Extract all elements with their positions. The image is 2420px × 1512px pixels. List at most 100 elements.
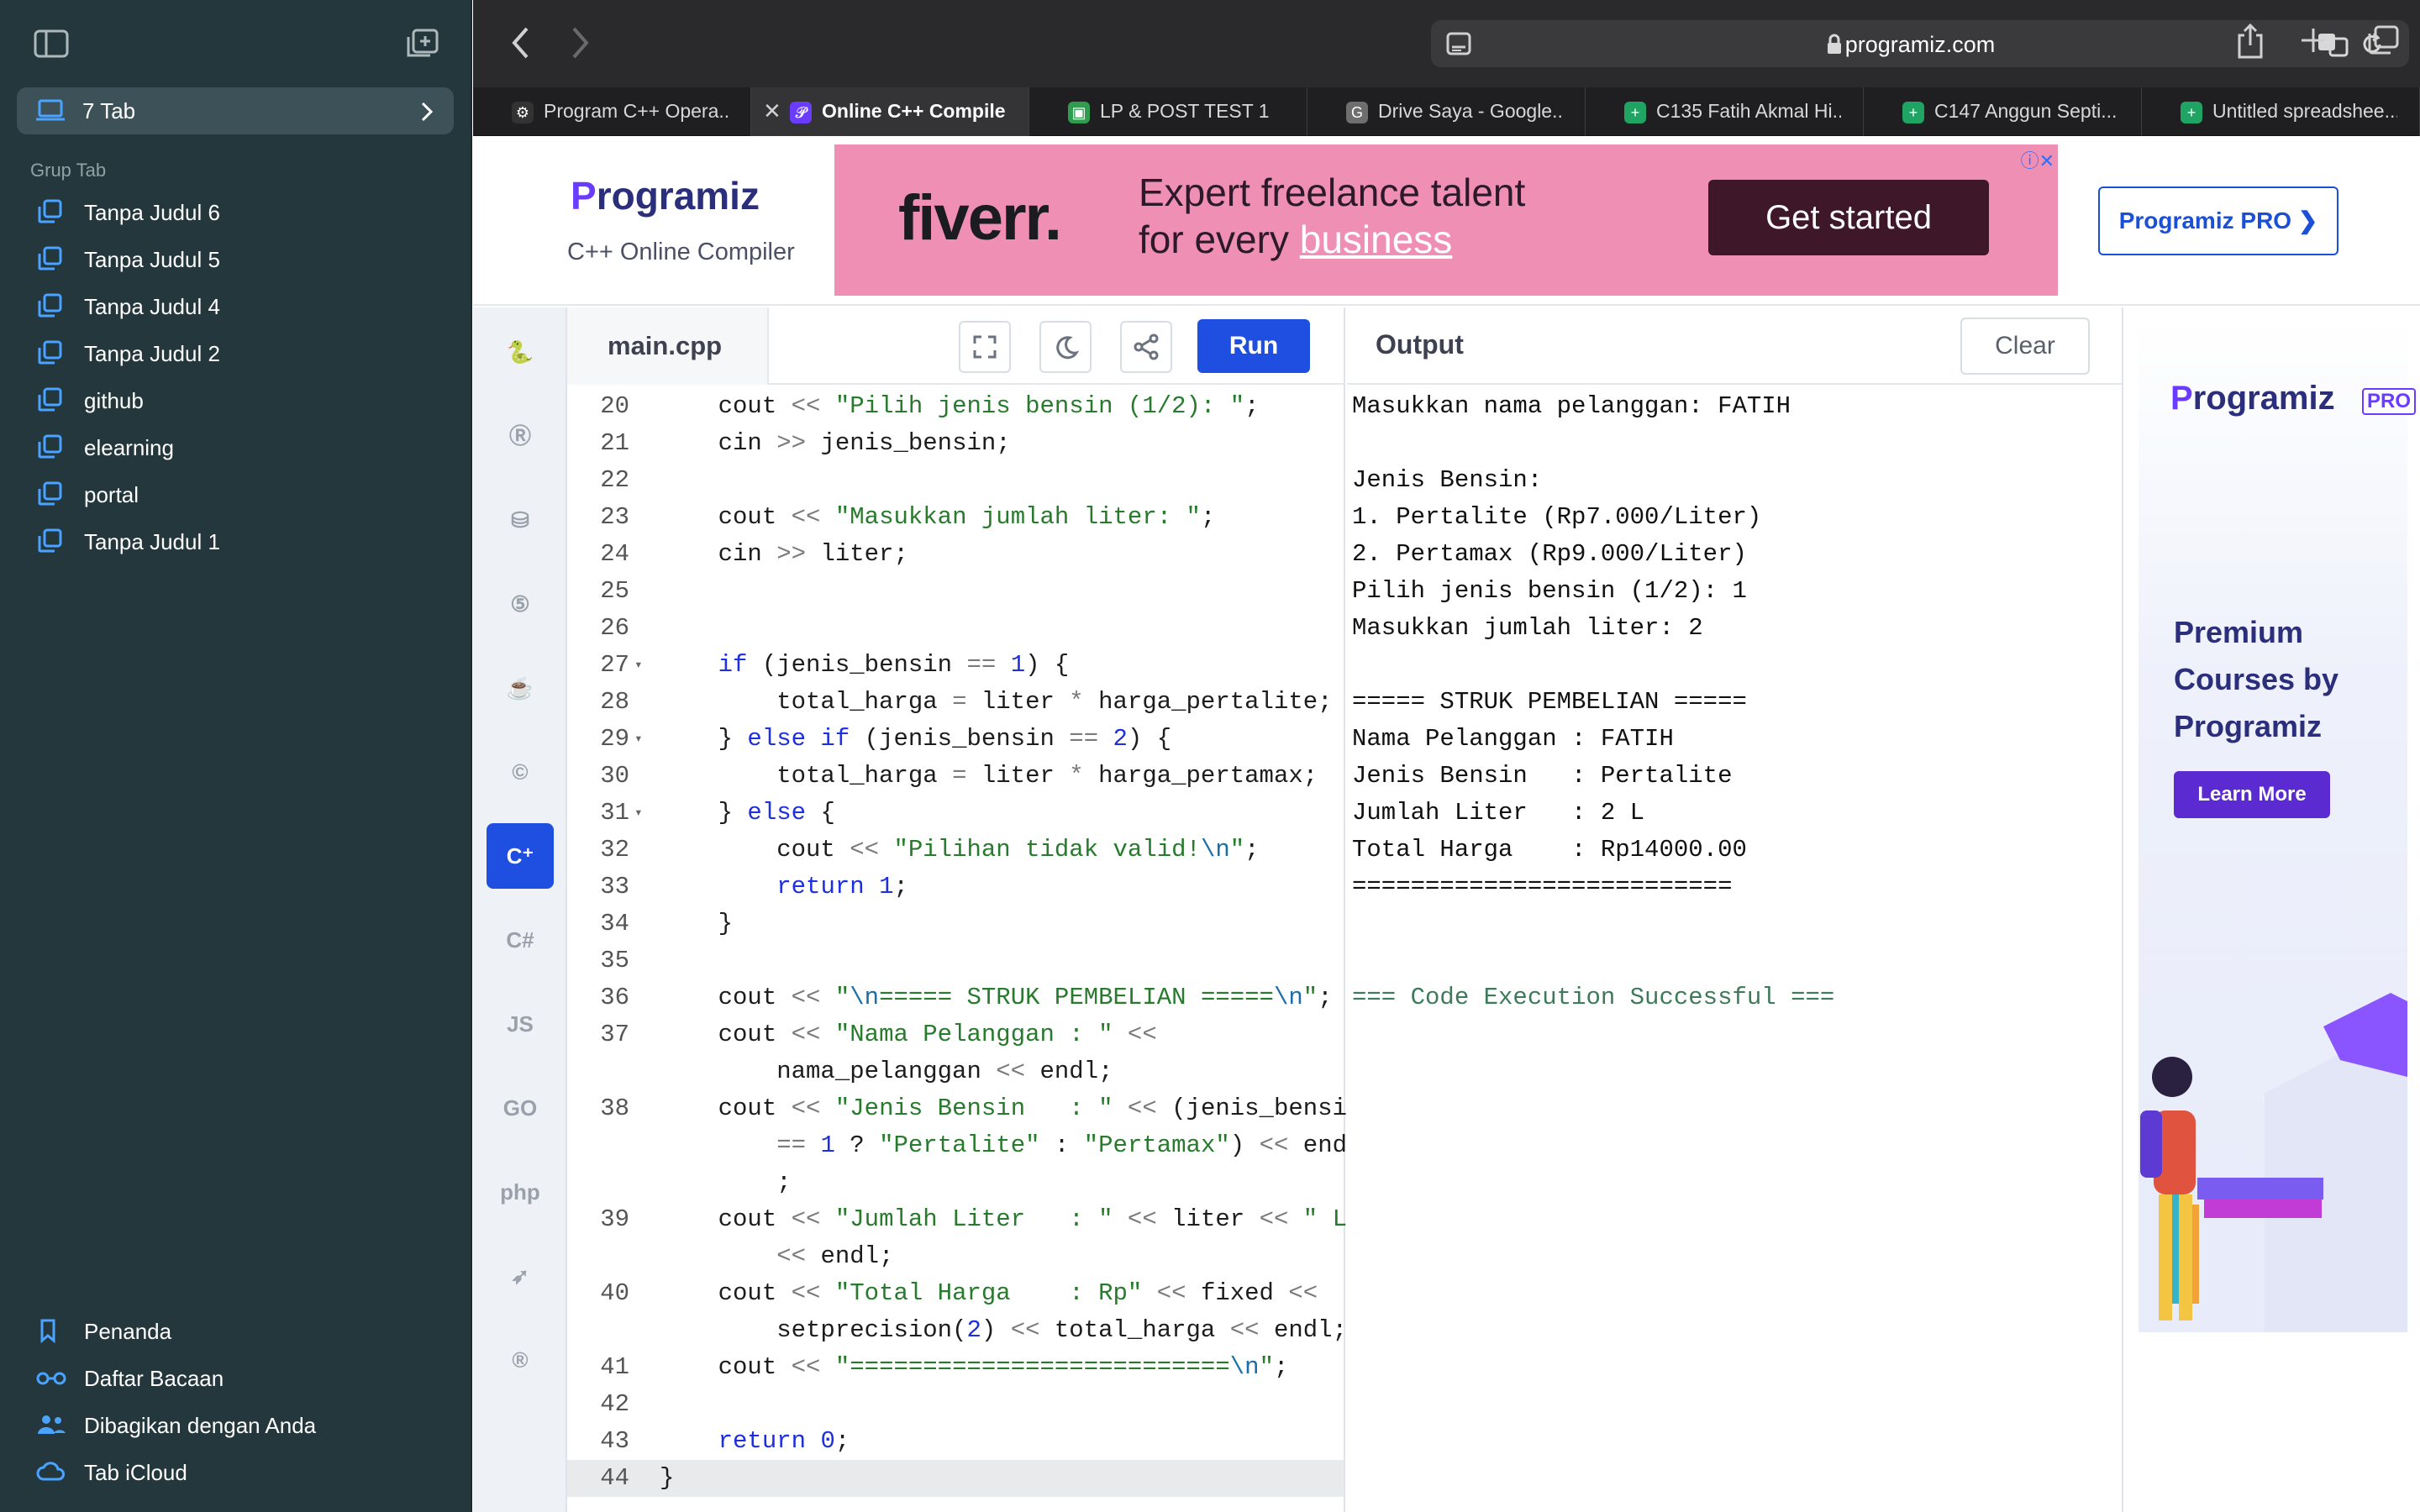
code-line[interactable]: 40 cout << "Total Harga : Rp" << fixed <… [567, 1275, 1344, 1312]
language-html-button[interactable]: ⑤ [487, 571, 554, 637]
code-line[interactable]: 33 return 1; [567, 869, 1344, 906]
line-number: 32 [600, 836, 629, 864]
browser-tab[interactable]: + Untitled spreadshee... [2142, 87, 2420, 136]
code-line[interactable]: 37 cout << "Nama Pelanggan : " << [567, 1016, 1344, 1053]
tab-group-item[interactable]: Tanpa Judul 4 [0, 282, 472, 329]
tab-group-item[interactable]: Tanpa Judul 1 [0, 517, 472, 564]
banner-ad[interactable]: fiverr. Expert freelance talent for ever… [834, 144, 2058, 296]
sidebar-bottom-item[interactable]: Penanda [0, 1307, 472, 1354]
ad-cta-button[interactable]: Get started [1708, 180, 1989, 255]
code-text: return 0; [718, 1427, 850, 1455]
language-swift-button[interactable]: ➶ [487, 1243, 554, 1309]
code-line[interactable]: 41 cout << "==========================\n… [567, 1349, 1344, 1386]
browser-tab[interactable]: + C135 Fatih Akmal Hi... [1586, 87, 1864, 136]
output-console[interactable]: Masukkan nama pelanggan: FATIH Jenis Bens… [1352, 388, 1834, 1016]
tab-group-item[interactable]: Tanpa Judul 5 [0, 235, 472, 282]
code-line[interactable]: 42 [567, 1386, 1344, 1423]
code-line[interactable]: 22 [567, 462, 1344, 499]
code-line[interactable]: setprecision(2) << total_harga << endl; [567, 1312, 1347, 1349]
code-line[interactable]: 24 cin >> liter; [567, 536, 1344, 573]
browser-tab[interactable]: ▣ LP & POST TEST 1 [1029, 87, 1307, 136]
fold-arrow-icon[interactable]: ▾ [634, 795, 643, 832]
clear-button[interactable]: Clear [1960, 318, 2090, 375]
code-line[interactable]: 30 total_harga = liter * harga_pertamax; [567, 758, 1344, 795]
sidebar-bottom-item[interactable]: Dibagikan dengan Anda [0, 1401, 472, 1448]
code-line[interactable]: 23 cout << "Masukkan jumlah liter: "; [567, 499, 1344, 536]
fullscreen-button[interactable] [959, 321, 1011, 373]
language-go-button[interactable]: GO [487, 1075, 554, 1141]
file-tab[interactable]: main.cpp [567, 307, 769, 385]
code-line[interactable]: 39 cout << "Jumlah Liter : " << liter <<… [567, 1201, 1361, 1238]
tab-group-label: Tanpa Judul 2 [84, 341, 220, 366]
code-editor-panel: main.cpp Run 20 cout << "Pilih jenis ben… [567, 307, 1361, 1512]
code-line[interactable]: 28 total_harga = liter * harga_pertalite… [567, 684, 1344, 721]
code-line[interactable]: 43 return 0; [567, 1423, 1344, 1460]
language-csharp-button[interactable]: C# [487, 907, 554, 973]
new-tab-group-icon[interactable] [405, 29, 440, 59]
tab-group-item[interactable]: elearning [0, 423, 472, 470]
code-line[interactable]: ; [567, 1164, 1344, 1201]
forward-button[interactable] [569, 25, 591, 65]
tab-group-item[interactable]: Tanpa Judul 6 [0, 188, 472, 235]
sidebar-toggle-icon[interactable] [34, 29, 69, 59]
code-line[interactable]: 35 [567, 942, 1344, 979]
side-ad-card[interactable]: Programiz PRO Premium Courses by Program… [2139, 321, 2417, 1332]
code-line[interactable]: 20 cout << "Pilih jenis bensin (1/2): "; [567, 388, 1344, 425]
code-line[interactable]: << endl; [567, 1238, 1344, 1275]
code-line[interactable]: 31 ▾ } else { [567, 795, 1344, 832]
code-line[interactable]: == 1 ? "Pertalite" : "Pertamax") << endl [567, 1127, 1361, 1164]
programiz-pro-button[interactable]: Programiz PRO ❯ [2098, 186, 2338, 255]
close-tab-icon[interactable]: ✕ [763, 98, 781, 124]
fold-arrow-icon[interactable]: ▾ [634, 647, 643, 684]
language-c-button[interactable]: © [487, 739, 554, 805]
tab-group-item[interactable]: github [0, 376, 472, 423]
tab-group-item[interactable]: Tanpa Judul 2 [0, 329, 472, 376]
run-button[interactable]: Run [1197, 319, 1310, 373]
code-line[interactable]: 27 ▾ if (jenis_bensin == 1) { [567, 647, 1344, 684]
side-ad[interactable]: Programiz PRO Premium Courses by Program… [2125, 307, 2420, 1512]
code-line[interactable]: 32 cout << "Pilihan tidak valid!\n"; [567, 832, 1344, 869]
share-icon[interactable] [2236, 23, 2265, 63]
sidebar-bottom-item[interactable]: Daftar Bacaan [0, 1354, 472, 1401]
code-line[interactable]: 21 cin >> jenis_bensin; [567, 425, 1344, 462]
output-line: ===== STRUK PEMBELIAN ===== [1352, 688, 1747, 716]
language-python-button[interactable]: 🐍 [487, 319, 554, 385]
language-cpp-button[interactable]: C⁺ [487, 823, 554, 889]
browser-tab[interactable]: + C147 Anggun Septi... [1864, 87, 2142, 136]
browser-tab[interactable]: ✕ 𝓟 Online C++ Compile... [751, 87, 1029, 136]
code-text: return 1; [776, 873, 908, 900]
browser-tab-title: Online C++ Compile... [822, 100, 1007, 122]
code-line[interactable]: 29 ▾ } else if (jenis_bensin == 2) { [567, 721, 1344, 758]
code-line[interactable]: 25 [567, 573, 1344, 610]
language-js-button[interactable]: JS [487, 991, 554, 1057]
tab-group-item[interactable]: portal [0, 470, 472, 517]
code-line[interactable]: 44} [567, 1460, 1344, 1497]
browser-tab[interactable]: G Drive Saya - Google... [1307, 87, 1586, 136]
dark-mode-button[interactable] [1039, 321, 1092, 373]
code-line[interactable]: 38 cout << "Jenis Bensin : " << (jenis_b… [567, 1090, 1361, 1127]
language-sql-button[interactable]: ⛁ [487, 487, 554, 553]
language-java-button[interactable]: ☕ [487, 655, 554, 721]
sidebar-bottom-item[interactable]: Tab iCloud [0, 1448, 472, 1495]
code-line[interactable]: nama_pelanggan << endl; [567, 1053, 1344, 1090]
tab-overview-icon[interactable] [2367, 25, 2399, 60]
back-button[interactable] [510, 25, 532, 65]
safari-sidebar: 7 Tab Grup Tab Tanpa Judul 6 Tanpa Judul … [0, 0, 472, 1512]
code-line[interactable]: 26 [567, 610, 1344, 647]
new-tab-icon[interactable] [2300, 27, 2327, 58]
language-icon: GO [502, 1095, 538, 1121]
line-number: 35 [600, 947, 629, 974]
programiz-logo[interactable]: Programiz [571, 173, 760, 218]
language-r-button[interactable]: Ⓡ [487, 403, 554, 469]
current-tab-group[interactable]: 7 Tab [17, 87, 454, 134]
code-line[interactable]: 34 } [567, 906, 1344, 942]
browser-tab[interactable]: ⚙ Program C++ Opera... [473, 87, 751, 136]
language-rust-button[interactable]: ® [487, 1327, 554, 1393]
share-button[interactable] [1120, 321, 1172, 373]
fold-arrow-icon[interactable]: ▾ [634, 721, 643, 758]
code-area[interactable]: 20 cout << "Pilih jenis bensin (1/2): ";… [567, 388, 1361, 1497]
ad-choices-icon[interactable]: ⓘ✕ [2021, 146, 2054, 173]
learn-more-button[interactable]: Learn More [2174, 771, 2330, 818]
code-line[interactable]: 36 cout << "\n===== STRUK PEMBELIAN ====… [567, 979, 1344, 1016]
language-php-button[interactable]: php [487, 1159, 554, 1225]
